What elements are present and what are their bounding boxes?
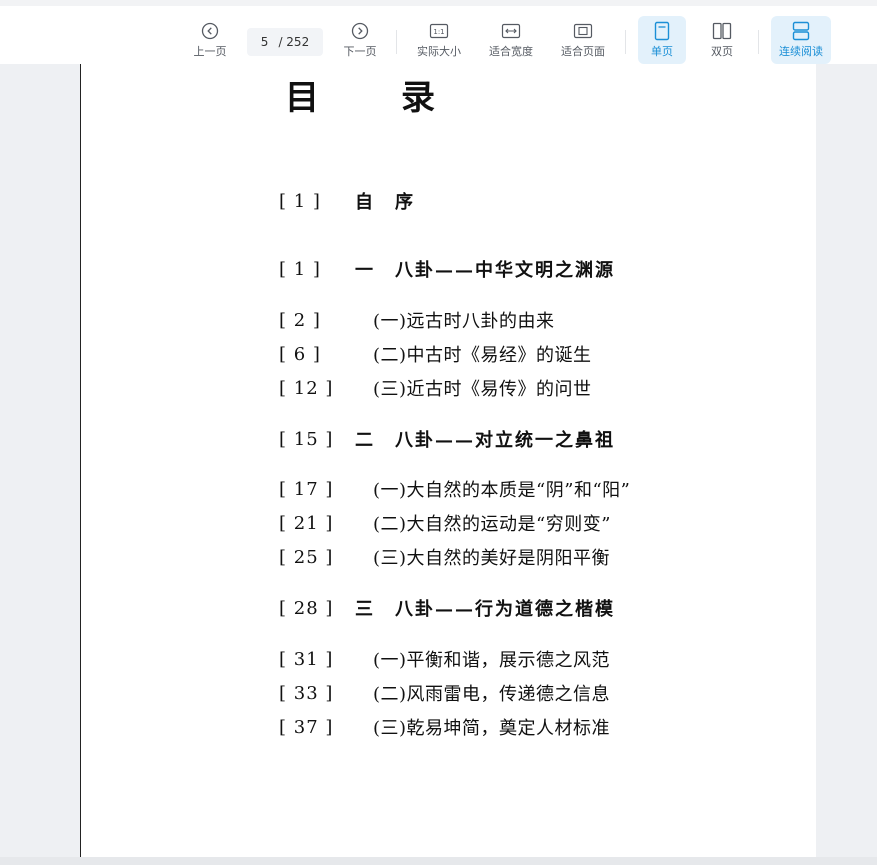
toc-page-number: [ 33 ] xyxy=(279,682,334,704)
toc-section-entry[interactable]: [ 17 ] (一)大自然的本质是“阴”和“阳” xyxy=(279,476,630,502)
toc-entry-text: 二 八卦——对立统一之鼻祖 xyxy=(355,430,615,451)
toc-entry-text: 一 八卦——中华文明之渊源 xyxy=(355,260,615,281)
toc-page-number: [ 28 ] xyxy=(279,597,334,619)
viewer-toolbar: 上一页 5 / 252 下一页 1:1 实际大小 适合宽度 适合页面 单页 双页… xyxy=(0,0,877,64)
toc-section-entry[interactable]: [ 31 ] (一)平衡和谐，展示德之风范 xyxy=(279,646,610,672)
continuous-reading-button[interactable]: 连续阅读 xyxy=(771,16,831,64)
toc-page-number: [ 31 ] xyxy=(279,648,334,670)
single-page-button[interactable]: 单页 xyxy=(638,16,686,64)
toc-entry-text: (二)中古时《易经》的诞生 xyxy=(373,345,592,366)
double-page-icon xyxy=(712,21,732,41)
toc-entry-text: (一)平衡和谐，展示德之风范 xyxy=(373,650,611,671)
next-page-label: 下一页 xyxy=(343,45,377,58)
toc-page-number: [ 37 ] xyxy=(279,716,334,738)
toc-section-entry[interactable]: [ 37 ] (三)乾易坤简，奠定人材标准 xyxy=(279,714,610,740)
toolbar-divider xyxy=(396,30,397,54)
fit-width-icon xyxy=(501,21,521,41)
toc-page-number: [ 1 ] xyxy=(279,258,321,280)
toc-page-number: [ 12 ] xyxy=(279,377,334,399)
toc-page-number: [ 21 ] xyxy=(279,512,334,534)
toc-chapter-entry[interactable]: [ 1 ] 自 序 xyxy=(279,188,415,214)
actual-size-label: 实际大小 xyxy=(417,45,461,58)
toc-entry-text: 自 序 xyxy=(355,192,415,213)
document-viewport[interactable]: 目录 [ 1 ] 自 序 [ 1 ] 一 八卦——中华文明之渊源 [ 2 ] (一)远古时… xyxy=(0,64,877,857)
prev-page-button[interactable]: 上一页 xyxy=(186,16,234,64)
next-page-button[interactable]: 下一页 xyxy=(336,16,384,64)
prev-page-label: 上一页 xyxy=(193,45,227,58)
document-page: 目录 [ 1 ] 自 序 [ 1 ] 一 八卦——中华文明之渊源 [ 2 ] (一)远古时… xyxy=(80,64,816,857)
toc-chapter-entry[interactable]: [ 1 ] 一 八卦——中华文明之渊源 xyxy=(279,256,615,282)
toc-chapter-entry[interactable]: [ 15 ] 二 八卦——对立统一之鼻祖 xyxy=(279,426,615,452)
toc-page-number: [ 17 ] xyxy=(279,478,334,500)
double-page-label: 双页 xyxy=(711,45,733,58)
continuous-reading-label: 连续阅读 xyxy=(779,45,823,58)
actual-size-button[interactable]: 1:1 实际大小 xyxy=(410,16,468,64)
toc-section-entry[interactable]: [ 25 ] (三)大自然的美好是阴阳平衡 xyxy=(279,544,610,570)
single-page-icon xyxy=(654,21,670,41)
toc-entry-text: (一)大自然的本质是“阴”和“阳” xyxy=(373,480,631,501)
toc-page-number: [ 15 ] xyxy=(279,428,334,450)
toc-section-entry[interactable]: [ 33 ] (二)风雨雷电，传递德之信息 xyxy=(279,680,610,706)
toolbar-divider xyxy=(758,30,759,54)
svg-text:1:1: 1:1 xyxy=(433,28,444,36)
toc-entry-text: (三)大自然的美好是阴阳平衡 xyxy=(373,548,611,569)
toc-page-number: [ 25 ] xyxy=(279,546,334,568)
toc-chapter-entry[interactable]: [ 28 ] 三 八卦——行为道德之楷模 xyxy=(279,595,615,621)
horizontal-scrollbar[interactable] xyxy=(0,857,877,865)
fit-width-label: 适合宽度 xyxy=(489,45,533,58)
continuous-scroll-icon xyxy=(792,21,810,41)
toc-section-entry[interactable]: [ 6 ] (二)中古时《易经》的诞生 xyxy=(279,341,592,367)
fit-page-label: 适合页面 xyxy=(561,45,605,58)
toc-entry-text: 三 八卦——行为道德之楷模 xyxy=(355,599,615,620)
toc-title: 目录 xyxy=(285,78,517,118)
chevron-right-circle-icon xyxy=(351,21,369,41)
toc-section-entry[interactable]: [ 12 ] (三)近古时《易传》的问世 xyxy=(279,375,592,401)
toc-section-entry[interactable]: [ 21 ] (二)大自然的运动是“穷则变” xyxy=(279,510,611,536)
chevron-left-circle-icon xyxy=(201,21,219,41)
total-pages-value: / 252 xyxy=(278,35,310,49)
current-page-value[interactable]: 5 xyxy=(261,35,269,49)
fit-width-button[interactable]: 适合宽度 xyxy=(482,16,540,64)
toc-entry-text: (二)大自然的运动是“穷则变” xyxy=(373,514,611,535)
toc-page-number: [ 6 ] xyxy=(279,343,321,365)
single-page-label: 单页 xyxy=(651,45,673,58)
toc-entry-text: (二)风雨雷电，传递德之信息 xyxy=(373,684,611,705)
actual-size-icon: 1:1 xyxy=(429,21,449,41)
fit-page-button[interactable]: 适合页面 xyxy=(554,16,612,64)
page-number-input[interactable]: 5 / 252 xyxy=(247,28,323,56)
toc-page-number: [ 1 ] xyxy=(279,190,321,212)
fit-page-icon xyxy=(573,21,593,41)
toc-page-number: [ 2 ] xyxy=(279,309,321,331)
toc-entry-text: (三)乾易坤简，奠定人材标准 xyxy=(373,718,611,739)
toc-section-entry[interactable]: [ 2 ] (一)远古时八卦的由来 xyxy=(279,307,555,333)
toolbar-divider xyxy=(625,30,626,54)
toc-entry-text: (一)远古时八卦的由来 xyxy=(373,311,555,332)
toc-entry-text: (三)近古时《易传》的问世 xyxy=(373,379,592,400)
double-page-button[interactable]: 双页 xyxy=(698,16,746,64)
